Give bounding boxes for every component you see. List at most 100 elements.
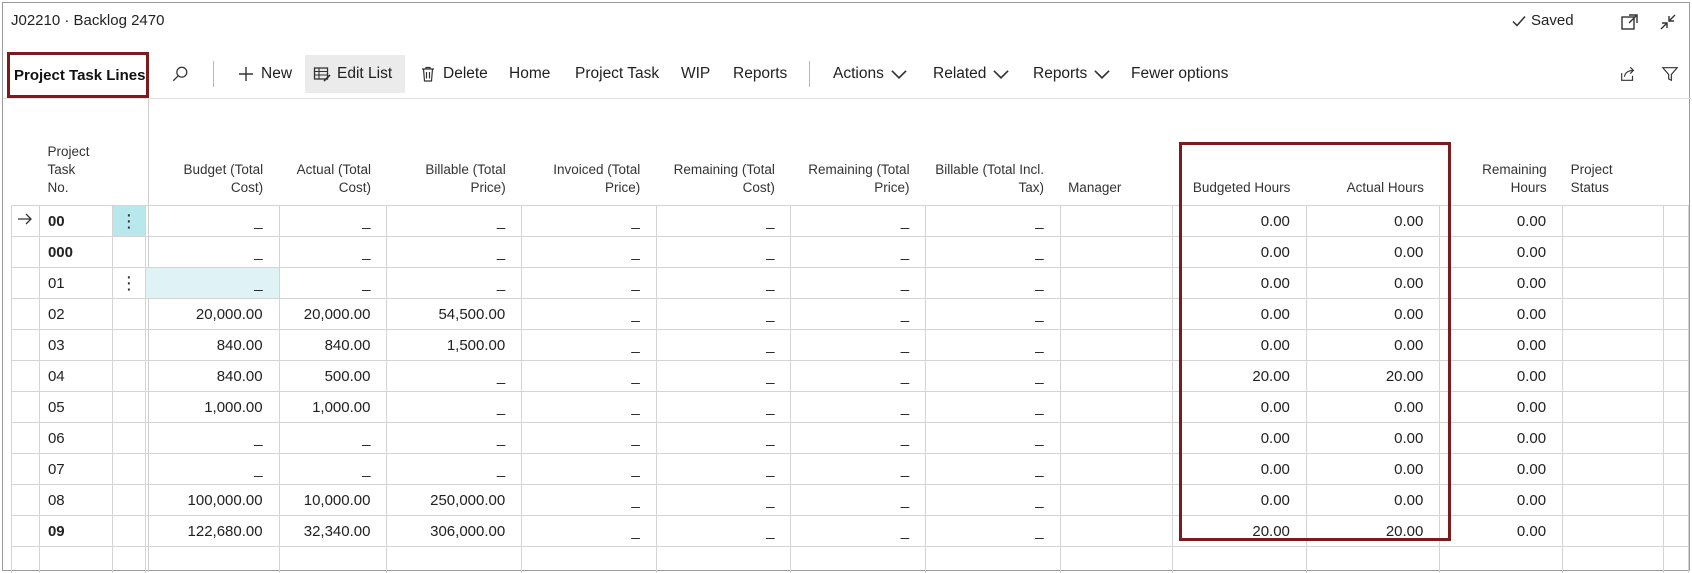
row-menu-button[interactable] — [111, 360, 146, 392]
empty-cell[interactable] — [386, 546, 523, 573]
remaining-price-cell[interactable]: _ — [790, 391, 927, 423]
table-row[interactable]: 01 ⋮ _ _ _ _ _ _ _ 0.00 0.00 0.00 — [11, 267, 1690, 299]
invoiced-price-cell[interactable]: _ — [521, 205, 657, 237]
remaining-price-cell[interactable]: _ — [790, 205, 927, 237]
actual-cost-cell[interactable]: 840.00 — [278, 329, 388, 361]
remaining-hours-cell[interactable]: 0.00 — [1439, 267, 1564, 299]
col-header-budget-cost[interactable]: Budget (Total Cost) — [145, 143, 279, 206]
row-menu-button[interactable] — [111, 236, 146, 268]
budgeted-hours-cell[interactable]: 0.00 — [1172, 329, 1307, 361]
empty-cell[interactable] — [925, 546, 1061, 573]
budgeted-hours-cell[interactable]: 0.00 — [1172, 205, 1307, 237]
remaining-hours-cell[interactable]: 0.00 — [1439, 298, 1564, 330]
actual-cost-cell[interactable]: 500.00 — [278, 360, 388, 392]
invoiced-price-cell[interactable]: _ — [521, 391, 657, 423]
task-no-cell[interactable]: 000 — [38, 236, 113, 268]
task-no-cell[interactable]: 05 — [38, 391, 113, 423]
task-no-cell[interactable]: 09 — [38, 515, 113, 547]
remaining-cost-cell[interactable]: _ — [655, 360, 792, 392]
budget-cost-cell[interactable]: _ — [144, 422, 280, 454]
billable-price-cell[interactable]: 250,000.00 — [386, 484, 523, 516]
manager-cell[interactable] — [1059, 515, 1174, 547]
project-status-cell[interactable] — [1562, 484, 1664, 516]
project-status-cell[interactable] — [1562, 360, 1664, 392]
actual-hours-cell[interactable]: 20.00 — [1305, 515, 1441, 547]
new-button[interactable]: New — [229, 55, 300, 93]
billable-incl-tax-cell[interactable]: _ — [925, 267, 1061, 299]
billable-price-cell[interactable]: _ — [386, 205, 523, 237]
task-no-cell[interactable]: 03 — [38, 329, 113, 361]
actual-cost-cell[interactable]: 10,000.00 — [278, 484, 388, 516]
budget-cost-cell[interactable]: 840.00 — [144, 360, 280, 392]
billable-incl-tax-cell[interactable]: _ — [925, 453, 1061, 485]
row-menu-button[interactable] — [111, 329, 146, 361]
manager-cell[interactable] — [1059, 453, 1174, 485]
table-row[interactable]: 03 840.00 840.00 1,500.00 _ _ _ _ 0.00 0.00 0.00 — [11, 329, 1690, 361]
budget-cost-cell[interactable]: 122,680.00 — [144, 515, 280, 547]
manager-cell[interactable] — [1059, 360, 1174, 392]
actions-menu[interactable]: Actions — [825, 55, 916, 93]
open-in-new-window-icon[interactable] — [1619, 11, 1641, 33]
project-status-cell[interactable] — [1562, 205, 1664, 237]
remaining-price-cell[interactable]: _ — [790, 484, 927, 516]
actual-cost-cell[interactable]: 32,340.00 — [278, 515, 388, 547]
manager-cell[interactable] — [1059, 391, 1174, 423]
manager-cell[interactable] — [1059, 329, 1174, 361]
row-menu-button[interactable]: ⋮ — [111, 205, 146, 237]
remaining-cost-cell[interactable]: _ — [655, 515, 792, 547]
remaining-hours-cell[interactable]: 0.00 — [1439, 329, 1564, 361]
empty-cell[interactable] — [655, 546, 792, 573]
wip-menu[interactable]: WIP — [673, 55, 718, 93]
remaining-cost-cell[interactable]: _ — [655, 453, 792, 485]
table-row[interactable]: 00 ⋮ _ _ _ _ _ _ _ 0.00 0.00 0.00 — [11, 205, 1690, 237]
actual-cost-cell[interactable]: _ — [278, 453, 388, 485]
row-menu-button[interactable] — [111, 453, 146, 485]
invoiced-price-cell[interactable]: _ — [521, 329, 657, 361]
empty-cell[interactable] — [521, 546, 657, 573]
project-status-cell[interactable] — [1562, 453, 1664, 485]
budget-cost-cell[interactable]: 100,000.00 — [144, 484, 280, 516]
col-header-remaining-price[interactable]: Remaining (Total Price) — [791, 143, 926, 206]
project-status-cell[interactable] — [1562, 391, 1664, 423]
remaining-hours-cell[interactable]: 0.00 — [1439, 391, 1564, 423]
task-no-cell[interactable]: 08 — [38, 484, 113, 516]
table-row[interactable]: 09 122,680.00 32,340.00 306,000.00 _ _ _ _ 20.00… — [11, 515, 1690, 547]
billable-incl-tax-cell[interactable]: _ — [925, 360, 1061, 392]
row-menu-button[interactable] — [111, 391, 146, 423]
budgeted-hours-cell[interactable]: 0.00 — [1172, 391, 1307, 423]
reports-tab[interactable]: Reports — [725, 55, 795, 93]
billable-price-cell[interactable]: _ — [386, 360, 523, 392]
project-task-menu[interactable]: Project Task — [567, 55, 667, 93]
table-row[interactable]: 06 _ _ _ _ _ _ _ 0.00 0.00 0.00 — [11, 422, 1690, 454]
actual-hours-cell[interactable]: 0.00 — [1305, 391, 1441, 423]
budget-cost-cell[interactable]: _ — [144, 236, 280, 268]
task-no-cell[interactable]: 02 — [38, 298, 113, 330]
remaining-hours-cell[interactable]: 0.00 — [1439, 515, 1564, 547]
budgeted-hours-cell[interactable]: 0.00 — [1172, 267, 1307, 299]
invoiced-price-cell[interactable]: _ — [521, 422, 657, 454]
actual-hours-cell[interactable]: 0.00 — [1305, 205, 1441, 237]
project-status-cell[interactable] — [1562, 422, 1664, 454]
billable-incl-tax-cell[interactable]: _ — [925, 515, 1061, 547]
empty-cell[interactable] — [278, 546, 388, 573]
manager-cell[interactable] — [1059, 298, 1174, 330]
invoiced-price-cell[interactable]: _ — [521, 515, 657, 547]
budgeted-hours-cell[interactable]: 20.00 — [1172, 515, 1307, 547]
remaining-price-cell[interactable]: _ — [790, 515, 927, 547]
actual-hours-cell[interactable]: 0.00 — [1305, 422, 1441, 454]
actual-hours-cell[interactable]: 0.00 — [1305, 453, 1441, 485]
empty-cell[interactable] — [1662, 546, 1690, 573]
remaining-price-cell[interactable]: _ — [790, 453, 927, 485]
project-status-cell[interactable] — [1562, 267, 1664, 299]
remaining-cost-cell[interactable]: _ — [655, 236, 792, 268]
row-menu-button[interactable] — [111, 484, 146, 516]
search-button[interactable] — [163, 55, 197, 93]
col-header-remaining-cost[interactable]: Remaining (Total Cost) — [656, 143, 791, 206]
invoiced-price-cell[interactable]: _ — [521, 267, 657, 299]
billable-incl-tax-cell[interactable]: _ — [925, 236, 1061, 268]
col-header-billable-price[interactable]: Billable (Total Price) — [387, 143, 522, 206]
billable-price-cell[interactable]: 1,500.00 — [386, 329, 523, 361]
remaining-hours-cell[interactable]: 0.00 — [1439, 422, 1564, 454]
empty-cell[interactable] — [11, 546, 40, 573]
row-menu-button[interactable]: ⋮ — [111, 267, 146, 299]
